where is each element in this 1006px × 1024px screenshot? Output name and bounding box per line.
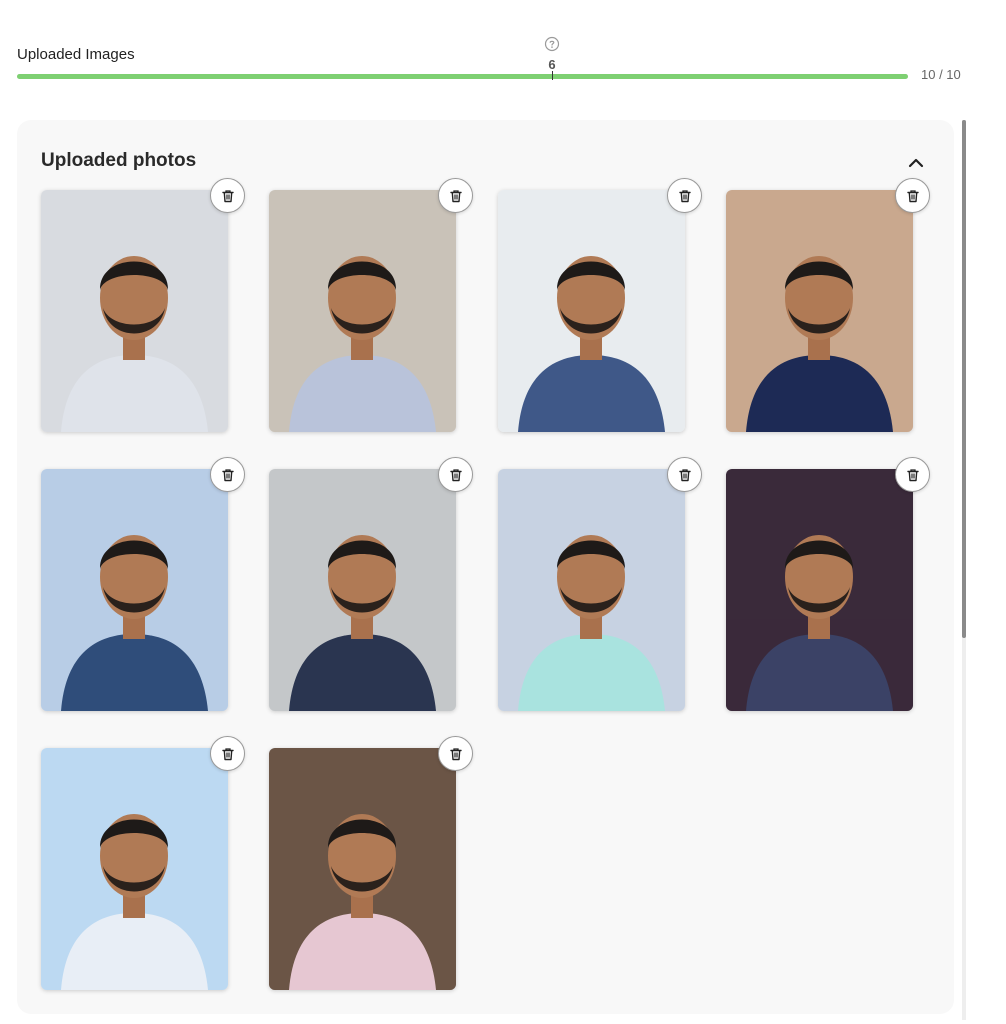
trash-icon	[906, 189, 919, 202]
uploaded-photo	[498, 190, 685, 432]
delete-photo-button[interactable]	[895, 178, 930, 213]
trash-icon	[449, 468, 462, 481]
photo-tile[interactable]	[269, 736, 473, 990]
scrollbar[interactable]	[962, 120, 966, 1020]
photo-tile[interactable]	[41, 736, 245, 990]
uploaded-photo	[269, 190, 456, 432]
delete-photo-button[interactable]	[210, 457, 245, 492]
uploaded-photo	[41, 190, 228, 432]
trash-icon	[449, 747, 462, 760]
delete-photo-button[interactable]	[438, 178, 473, 213]
photo-tile[interactable]	[41, 457, 245, 711]
trash-icon	[221, 189, 234, 202]
uploaded-photo	[269, 469, 456, 711]
photo-tile[interactable]	[726, 178, 930, 432]
trash-icon	[906, 468, 919, 481]
scrollbar-thumb[interactable]	[962, 120, 966, 638]
progress-bar-fill	[17, 74, 908, 79]
progress-label: Uploaded Images	[17, 46, 135, 63]
delete-photo-button[interactable]	[667, 178, 702, 213]
question-circle-icon[interactable]	[544, 36, 560, 52]
upload-progress-section: Uploaded Images 6 10 / 10	[17, 34, 972, 94]
delete-photo-button[interactable]	[667, 457, 702, 492]
trash-icon	[678, 468, 691, 481]
chevron-up-icon[interactable]	[905, 152, 927, 174]
progress-marker-value: 6	[548, 57, 556, 72]
photo-tile[interactable]	[498, 457, 702, 711]
uploaded-photo	[269, 748, 456, 990]
uploaded-photo	[726, 190, 913, 432]
trash-icon	[678, 189, 691, 202]
progress-marker-tick	[552, 71, 553, 80]
photo-tile[interactable]	[269, 457, 473, 711]
delete-photo-button[interactable]	[438, 736, 473, 771]
uploaded-photo	[726, 469, 913, 711]
progress-bar	[17, 74, 908, 79]
uploaded-photos-panel: Uploaded photos	[17, 120, 954, 1014]
delete-photo-button[interactable]	[210, 736, 245, 771]
uploaded-photo	[41, 748, 228, 990]
trash-icon	[221, 747, 234, 760]
delete-photo-button[interactable]	[895, 457, 930, 492]
photo-tile[interactable]	[269, 178, 473, 432]
progress-count: 10 / 10	[921, 67, 961, 82]
delete-photo-button[interactable]	[210, 178, 245, 213]
delete-photo-button[interactable]	[438, 457, 473, 492]
photo-tile[interactable]	[498, 178, 702, 432]
trash-icon	[449, 189, 462, 202]
uploaded-photo	[498, 469, 685, 711]
section-title: Uploaded photos	[41, 150, 197, 171]
photo-tile[interactable]	[41, 178, 245, 432]
photo-tile[interactable]	[726, 457, 930, 711]
trash-icon	[221, 468, 234, 481]
uploaded-photo	[41, 469, 228, 711]
